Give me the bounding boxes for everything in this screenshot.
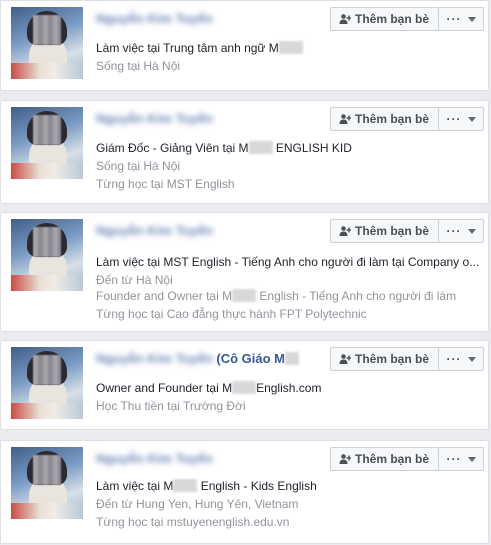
detail-text-tail: English.com: [256, 381, 322, 395]
add-friend-button[interactable]: Thêm bạn bè: [330, 107, 440, 131]
more-options-button[interactable]: ···: [438, 347, 484, 371]
redaction: [173, 479, 198, 492]
redaction: [278, 41, 303, 54]
detail-text: Đến từ Hung Yen, Hung Yên, Vietnam: [96, 497, 299, 511]
detail-text: Từng học tại Cao đẳng thực hành FPT Poly…: [96, 307, 367, 321]
add-friend-button[interactable]: Thêm bạn bè: [330, 447, 440, 471]
result-detail-line: Từng học tại MST English: [96, 177, 235, 191]
add-friend-label: Thêm bạn bè: [355, 452, 430, 466]
person-plus-icon: [339, 354, 351, 364]
detail-text: Từng học tại mstuyenenglish.edu.vn: [96, 515, 290, 529]
detail-text: Làm việc tại Trung tâm anh ngữ M: [96, 41, 279, 55]
add-friend-button[interactable]: Thêm bạn bè: [330, 219, 440, 243]
profile-name-link[interactable]: Nguyễn Kim Tuyến: [96, 451, 213, 466]
profile-name-link[interactable]: Nguyễn Kim Tuyến: [96, 11, 213, 26]
detail-text: Làm việc tại M: [96, 479, 174, 493]
redaction: [248, 141, 273, 154]
detail-text: Founder and Owner tại M: [96, 289, 233, 303]
add-friend-button[interactable]: Thêm bạn bè: [330, 7, 440, 31]
profile-name-link[interactable]: Nguyễn Kim Tuyến (Cô Giáo M: [96, 351, 299, 366]
add-friend-label: Thêm bạn bè: [355, 112, 430, 126]
more-options-button[interactable]: ···: [438, 447, 484, 471]
add-friend-label: Thêm bạn bè: [355, 224, 430, 238]
detail-text-tail: ENGLISH KID: [272, 141, 352, 155]
result-detail-line: Đến từ Hà Nội: [96, 273, 173, 287]
person-plus-icon: [339, 114, 351, 124]
profile-photo[interactable]: [11, 447, 83, 519]
add-friend-label: Thêm bạn bè: [355, 352, 430, 366]
detail-text: Owner and Founder tại M: [96, 381, 233, 395]
chevron-down-icon: [467, 16, 476, 22]
profile-photo[interactable]: [11, 347, 83, 419]
person-plus-icon: [339, 454, 351, 464]
profile-name-link[interactable]: Nguyễn Kim Tuyến: [96, 223, 213, 238]
result-card: Nguyễn Kim Tuyến Thêm bạn bè ··· Làm việ…: [0, 212, 489, 332]
profile-photo[interactable]: [11, 219, 83, 291]
result-detail-line: Đến từ Hung Yen, Hung Yên, Vietnam: [96, 497, 298, 511]
result-detail-line: Học Thu tiền tại Trường Đời: [96, 399, 246, 413]
search-results-list: Nguyễn Kim Tuyến Thêm bạn bè ··· Làm việ…: [0, 0, 491, 545]
detail-text-tail: English - Kids English: [197, 479, 317, 493]
chevron-down-icon: [467, 456, 476, 462]
chevron-down-icon: [467, 116, 476, 122]
result-detail-line: Founder and Owner tại M English - Tiếng …: [96, 289, 456, 303]
dots-icon: ···: [446, 12, 462, 26]
result-card: Nguyễn Kim Tuyến Thêm bạn bè ··· Giám Đố…: [0, 100, 489, 204]
dots-icon: ···: [446, 452, 462, 466]
person-plus-icon: [339, 14, 351, 24]
chevron-down-icon: [467, 228, 476, 234]
dots-icon: ···: [446, 112, 462, 126]
result-detail-line: Sống tại Hà Nội: [96, 59, 180, 73]
dots-icon: ···: [446, 352, 462, 366]
profile-photo[interactable]: [11, 7, 83, 79]
chevron-down-icon: [467, 356, 476, 362]
add-friend-label: Thêm bạn bè: [355, 12, 430, 26]
result-card: Nguyễn Kim Tuyến (Cô Giáo M Thêm bạn bè …: [0, 340, 489, 430]
person-plus-icon: [339, 226, 351, 236]
detail-text: Làm việc tại MST English - Tiếng Anh cho…: [96, 255, 480, 269]
result-detail-line: Sống tại Hà Nội: [96, 159, 180, 173]
result-detail-line: Làm việc tại Trung tâm anh ngữ M: [96, 41, 303, 55]
detail-text: Từng học tại MST English: [96, 177, 235, 191]
profile-photo[interactable]: [11, 107, 83, 179]
detail-text: Học Thu tiền tại Trường Đời: [96, 399, 246, 413]
profile-name-link[interactable]: Nguyễn Kim Tuyến: [96, 111, 213, 126]
dots-icon: ···: [446, 224, 462, 238]
result-detail-line: Giám Đốc - Giảng Viên tại M ENGLISH KID: [96, 141, 352, 155]
more-options-button[interactable]: ···: [438, 107, 484, 131]
result-detail-line: Làm việc tại MST English - Tiếng Anh cho…: [96, 255, 479, 269]
add-friend-button[interactable]: Thêm bạn bè: [330, 347, 440, 371]
result-detail-line: Từng học tại Cao đẳng thực hành FPT Poly…: [96, 307, 367, 321]
more-options-button[interactable]: ···: [438, 7, 484, 31]
result-detail-line: Owner and Founder tại M English.com: [96, 381, 321, 395]
result-card: Nguyễn Kim Tuyến Thêm bạn bè ··· Làm việ…: [0, 440, 489, 544]
detail-text-tail: English - Tiếng Anh cho người đi làm: [256, 289, 457, 303]
redaction: [285, 352, 299, 365]
result-card: Nguyễn Kim Tuyến Thêm bạn bè ··· Làm việ…: [0, 0, 489, 91]
detail-text: Đến từ Hà Nội: [96, 273, 173, 287]
detail-text: Sống tại Hà Nội: [96, 59, 181, 73]
more-options-button[interactable]: ···: [438, 219, 484, 243]
detail-text: Sống tại Hà Nội: [96, 159, 181, 173]
redaction: [232, 289, 257, 302]
result-detail-line: Làm việc tại M English - Kids English: [96, 479, 317, 493]
detail-text: Giám Đốc - Giảng Viên tại M: [96, 141, 249, 155]
result-detail-line: Từng học tại mstuyenenglish.edu.vn: [96, 515, 289, 529]
redaction: [232, 381, 257, 394]
